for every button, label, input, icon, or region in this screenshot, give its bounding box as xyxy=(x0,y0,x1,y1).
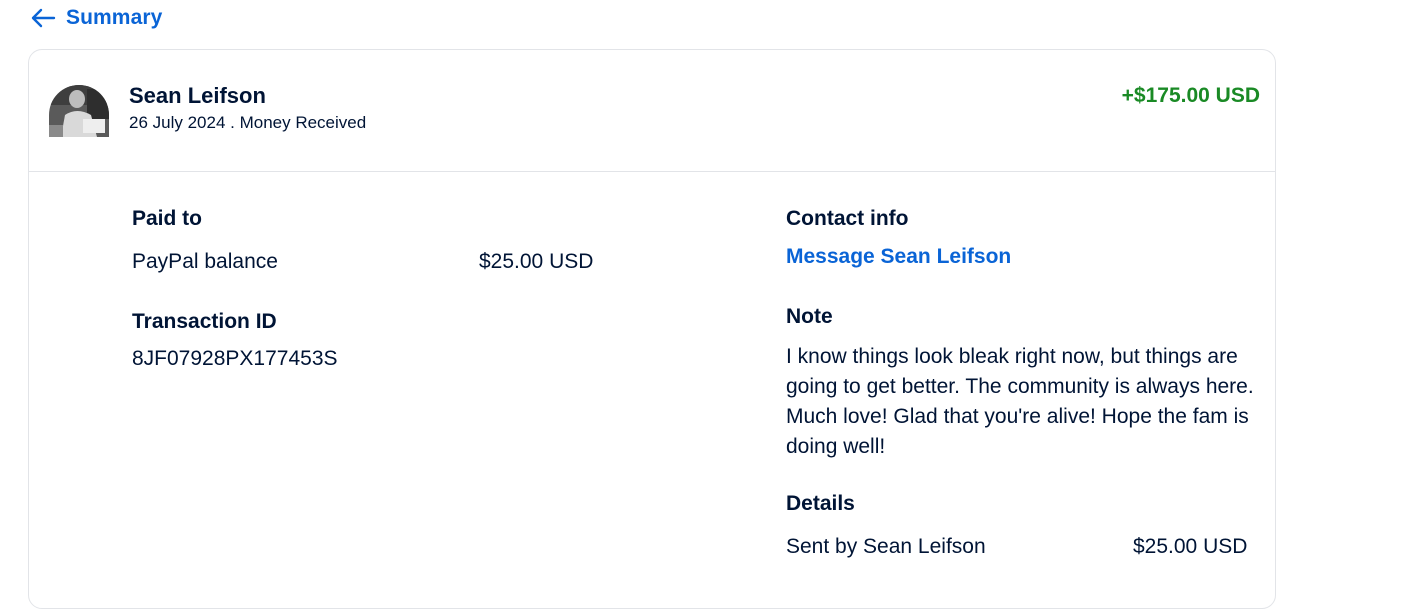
transaction-id-title: Transaction ID xyxy=(132,310,277,333)
transaction-id-value: 8JF07928PX177453S xyxy=(132,347,338,370)
transaction-date-status: 26 July 2024 . Money Received xyxy=(129,113,367,132)
arrow-left-icon xyxy=(30,8,56,28)
avatar[interactable] xyxy=(49,85,109,137)
details-row-value: $25.00 USD xyxy=(1133,535,1248,558)
transaction-details-card: Sean Leifson 26 July 2024 . Money Receiv… xyxy=(28,49,1276,609)
paid-to-amount: $25.00 USD xyxy=(479,250,594,273)
transaction-amount: +$175.00 USD xyxy=(1121,84,1260,107)
details-row-label: Sent by Sean Leifson xyxy=(786,535,986,558)
details-title: Details xyxy=(786,492,855,515)
sender-name: Sean Leifson xyxy=(129,83,266,108)
contact-info-title: Contact info xyxy=(786,207,909,230)
note-text: I know things look bleak right now, but … xyxy=(786,345,1254,458)
message-sender-link[interactable]: Message Sean Leifson xyxy=(786,245,1011,269)
paid-to-title: Paid to xyxy=(132,207,203,230)
note-title: Note xyxy=(786,305,833,328)
paid-to-method: PayPal balance xyxy=(132,250,278,273)
back-link-label: Summary xyxy=(66,6,163,29)
back-to-summary-link[interactable]: Summary xyxy=(30,6,162,30)
transaction-header: Sean Leifson 26 July 2024 . Money Receiv… xyxy=(29,50,1275,172)
